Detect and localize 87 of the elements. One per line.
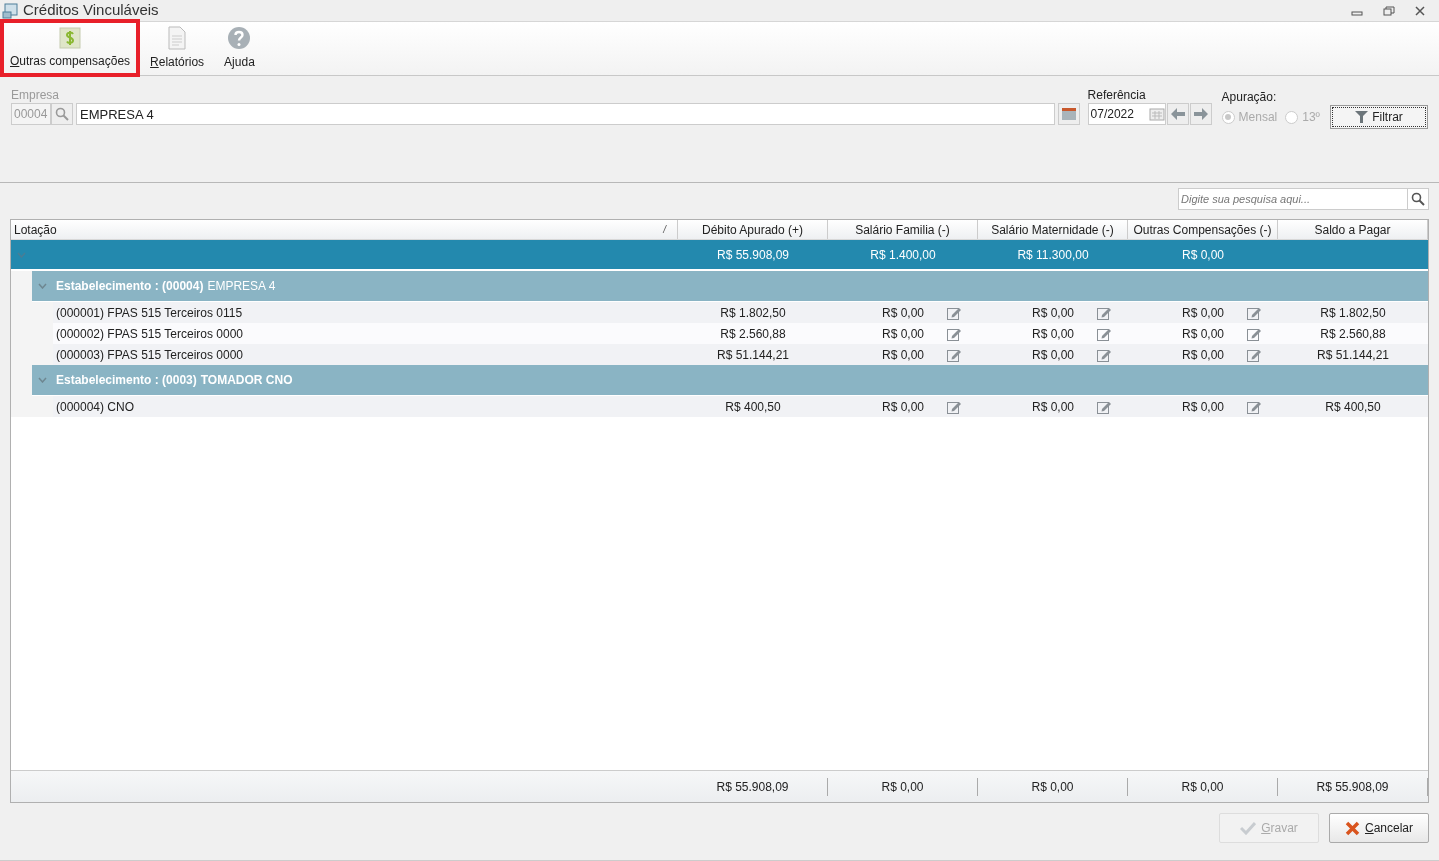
table-cell-text: R$ 1.802,50 [719,304,787,322]
document-icon [167,26,188,50]
total-cell-text: R$ 1.400,00 [869,246,937,264]
chevron-icon[interactable] [38,377,47,383]
column-header[interactable]: Lotação / [11,220,678,239]
funnel-icon [1355,111,1369,123]
group-name: EMPRESA 4 [207,278,276,295]
edit-icon[interactable] [1246,347,1262,362]
edit-icon[interactable] [1246,305,1262,320]
edit-icon[interactable] [1096,305,1112,320]
field-label: Referência [1087,88,1147,102]
table-cell-text: R$ 2.560,88 [1319,325,1387,343]
edit-icon[interactable] [1096,399,1112,414]
edit-icon[interactable] [946,347,962,362]
chevron-icon[interactable] [38,283,47,289]
toolbar-button[interactable]: Ajuda [214,22,265,75]
field-label: Apuração: [1221,90,1278,104]
table-cell-text: R$ 0,00 [1180,325,1225,343]
total-cell-text: R$ 11.300,00 [1016,246,1090,264]
previous-button[interactable] [1166,103,1189,125]
help-icon [227,26,252,50]
edit-icon[interactable] [1246,326,1262,341]
table-cell-text: R$ 400,50 [1324,398,1382,416]
table-cell-text: (000002) FPAS 515 Terceiros 0000 [55,325,244,343]
edit-icon[interactable] [1096,326,1112,341]
table-cell-text: R$ 0,00 [1180,346,1225,364]
table-cell-text: (000001) FPAS 515 Terceiros 0115 [55,304,244,322]
column-header[interactable]: Outras Compensações (-) [1128,220,1278,239]
table-cell-text: R$ 0,00 [1030,304,1075,322]
table-cell-text: R$ 0,00 [1030,346,1075,364]
group-title: Estabelecimento : (00004) [56,278,204,295]
table-cell-text: R$ 1.802,50 [1319,304,1387,322]
group-title: Estabelecimento : (0003) [56,372,197,389]
restore-icon[interactable] [1383,5,1395,16]
calendar-button[interactable] [1057,103,1080,125]
arrow-left-icon [1169,108,1186,120]
table-cell-text: R$ 0,00 [880,346,925,364]
toolbar-button[interactable]: Relatórios [140,22,215,75]
group-name: TOMADOR CNO [200,372,293,389]
table-cell-text: (000004) CNO [55,398,136,416]
arrow-right-icon [1192,108,1209,120]
footer-total: R$ 0,00 [978,777,1128,796]
company-field[interactable]: EMPRESA 4 [76,103,1055,125]
table-cell-text: R$ 0,00 [880,325,925,343]
table-cell-text: R$ 0,00 [1180,398,1225,416]
edit-icon[interactable] [946,326,962,341]
sort-mark: / [663,223,668,237]
footer-total: R$ 55.908,09 [1278,777,1428,796]
table-cell-text: R$ 0,00 [880,304,925,322]
footer-total: R$ 0,00 [1128,777,1278,796]
search-icon [55,107,69,121]
close-icon [1345,820,1360,836]
toolbar-button[interactable]: Outras compensações [0,19,141,77]
edit-icon[interactable] [1096,347,1112,362]
cancel-button[interactable]: Cancelar [1329,813,1429,843]
check-icon [1240,821,1257,835]
dollar-icon [59,26,82,49]
table-cell-text: R$ 0,00 [880,398,925,416]
total-cell-text: R$ 55.908,09 [715,246,791,264]
calendar-icon [1061,108,1076,120]
app-icon [2,2,18,19]
window-title: Créditos Vinculáveis [23,0,159,21]
footer-total: R$ 55.908,09 [678,777,828,796]
close-icon[interactable] [1415,5,1425,16]
column-header[interactable]: Débito Apurado (+) [678,220,828,239]
column-header[interactable]: Salário Maternidade (-) [978,220,1128,239]
edit-icon[interactable] [1246,399,1262,414]
table-cell-text: R$ 0,00 [1030,325,1075,343]
search-field[interactable]: Digite sua pesquisa aqui... [1178,188,1408,210]
table-cell-text: R$ 51.144,21 [715,346,791,364]
column-header[interactable]: Salário Familia (-) [828,220,978,239]
date-field[interactable]: 07/2022 [1087,103,1166,125]
table-cell-text: R$ 0,00 [1030,398,1075,416]
calendar-icon[interactable] [1148,107,1165,121]
table-cell-text: R$ 0,00 [1180,304,1225,322]
total-cell-text: R$ 0,00 [1181,246,1225,264]
footer-total: R$ 0,00 [828,777,978,796]
table-cell-text: (000003) FPAS 515 Terceiros 0000 [55,346,244,364]
field-label: Empresa [11,88,61,102]
table-cell-text: R$ 51.144,21 [1315,346,1391,364]
column-header[interactable]: Saldo a Pagar [1278,220,1428,239]
edit-icon[interactable] [946,305,962,320]
filter-button[interactable]: Filtrar [1330,105,1428,129]
table-cell-text: R$ 2.560,88 [719,325,787,343]
edit-icon[interactable] [946,399,962,414]
table-cell-text: R$ 400,50 [724,398,782,416]
next-button[interactable] [1189,103,1212,125]
